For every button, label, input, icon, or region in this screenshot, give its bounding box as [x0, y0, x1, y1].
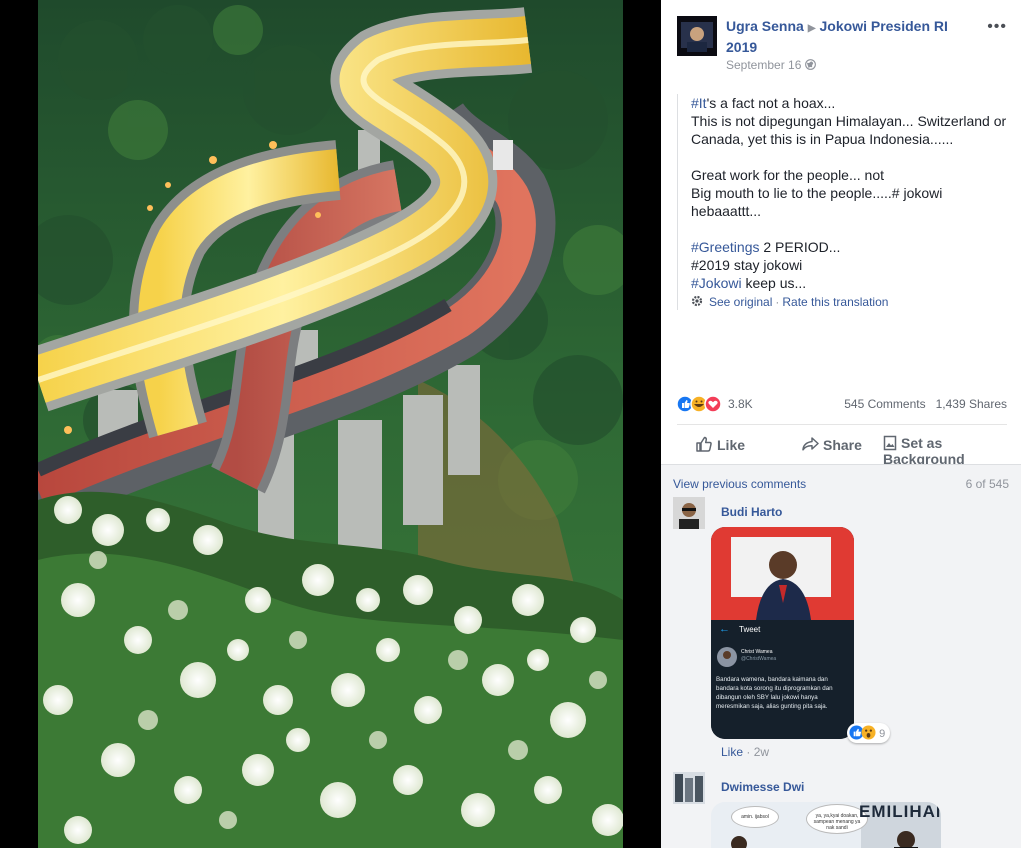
- text-span: 2 PERIOD...: [759, 239, 841, 255]
- thumbs-up-icon: [696, 436, 712, 452]
- shares-count[interactable]: 1,439 Shares: [936, 397, 1007, 411]
- author-avatar[interactable]: [677, 16, 717, 56]
- like-button[interactable]: Like: [695, 435, 745, 453]
- comment-attachment-image[interactable]: amin. ijabsol ya, ya,kyai doakan, sampea…: [711, 802, 941, 848]
- text-line: This is not dipegungan Himalayan... Swit…: [691, 113, 1011, 147]
- photo-viewer: [0, 0, 661, 848]
- reactions-row: 3.8K 545 Comments 1,439 Shares: [677, 393, 1007, 415]
- commenter-avatar[interactable]: [673, 497, 705, 529]
- tweet-header: ← Tweet: [711, 620, 854, 640]
- wow-reaction-icon: [861, 725, 876, 740]
- post-actions: Like Share Set as Background: [677, 424, 1007, 467]
- comments-section: View previous comments 6 of 545 Budi Har…: [661, 464, 1021, 848]
- tweet-user: Christ Wamea @ChristWamea: [741, 649, 776, 663]
- post-photo[interactable]: [38, 0, 623, 848]
- view-previous-comments-link[interactable]: View previous comments: [673, 477, 806, 491]
- text-line: Big mouth to lie to the people.....# jok…: [691, 185, 947, 219]
- comment-attachment-image[interactable]: ← Tweet Christ Wamea @ChristWamea Bandara …: [711, 527, 854, 739]
- speech-bubble: amin. ijabsol: [731, 806, 779, 828]
- commenter-name[interactable]: Dwimesse Dwi: [721, 780, 804, 794]
- share-button[interactable]: Share: [801, 435, 862, 453]
- globe-icon: [805, 59, 817, 70]
- text-line: #Greetings 2 PERIOD...: [691, 238, 1007, 256]
- post-date-text[interactable]: September 16: [726, 58, 801, 72]
- post-header: Ugra Senna ▶ Jokowi Presiden RI 2019 Septe…: [677, 16, 1007, 76]
- hashtag-link[interactable]: #It: [691, 95, 707, 111]
- translated-post-text: #It's a fact not a hoax... This is not d…: [677, 94, 1007, 310]
- tweet-avatar: [717, 647, 737, 667]
- tweet-body: Christ Wamea @ChristWamea Bandara wamena,…: [711, 640, 854, 739]
- comment-share-counts: 545 Comments 1,439 Shares: [844, 397, 1007, 411]
- comments-page-count: 6 of 545: [965, 477, 1009, 491]
- translation-links: See original · Rate this translation: [691, 294, 1007, 310]
- reaction-count[interactable]: 3.8K: [728, 397, 753, 411]
- picture-frame-icon: [883, 435, 897, 451]
- hashtag-link[interactable]: #Jokowi: [691, 275, 742, 291]
- comments-count[interactable]: 545 Comments: [844, 397, 925, 411]
- comment-reactions[interactable]: 9: [847, 723, 891, 743]
- set-as-background-button[interactable]: Set as Background: [883, 435, 1007, 467]
- text-line: #2019 stay jokowi: [691, 257, 803, 273]
- comment-reaction-count: 9: [879, 728, 886, 740]
- like-label: Like: [717, 437, 746, 453]
- comment-item: Budi Harto ← Tweet Christ Wamea @ChristWam…: [673, 497, 1003, 767]
- author-name[interactable]: Ugra Senna: [726, 18, 804, 34]
- see-original-link[interactable]: See original: [709, 295, 772, 309]
- hashtag-link[interactable]: #Greetings: [691, 239, 759, 255]
- post-author-line: Ugra Senna ▶ Jokowi Presiden RI 2019: [726, 17, 976, 57]
- share-label: Share: [823, 437, 862, 453]
- comment-meta: Like · 2w: [721, 745, 770, 759]
- arrow-right-icon: ▶: [807, 23, 816, 34]
- comment-like-link[interactable]: Like: [721, 745, 743, 759]
- banner-text: EMILIHAN: [859, 802, 941, 821]
- text-line: #It's a fact not a hoax...: [691, 94, 1007, 112]
- commenter-name[interactable]: Budi Harto: [721, 505, 782, 519]
- back-arrow-icon: ←: [719, 623, 730, 635]
- post-panel: Ugra Senna ▶ Jokowi Presiden RI 2019 Septe…: [661, 0, 1021, 848]
- separator: ·: [775, 295, 780, 309]
- tweet-user-handle: @ChristWamea: [741, 656, 777, 662]
- text-span: keep us...: [741, 275, 807, 291]
- tweet-text: Bandara wamena, bandara kaimana dan band…: [716, 676, 833, 710]
- text-line: Great work for the people... not: [691, 167, 884, 183]
- reaction-icons[interactable]: [677, 395, 725, 413]
- share-arrow-icon: [802, 437, 819, 451]
- comment-time[interactable]: 2w: [754, 745, 769, 759]
- post-date: September 16: [726, 58, 817, 72]
- text-span: 's a fact not a hoax...: [706, 95, 836, 111]
- more-options-icon[interactable]: •••: [987, 18, 1007, 36]
- comment-item: Dwimesse Dwi amin. ijabsol ya, ya,kyai d…: [673, 772, 1003, 848]
- text-line: #Jokowi keep us...: [691, 274, 1007, 292]
- tweet-user-name: Christ Wamea: [741, 649, 773, 655]
- commenter-avatar[interactable]: [673, 772, 705, 804]
- gear-icon[interactable]: [691, 295, 703, 307]
- tweet-header-label: Tweet: [739, 625, 761, 634]
- rate-translation-link[interactable]: Rate this translation: [782, 295, 888, 309]
